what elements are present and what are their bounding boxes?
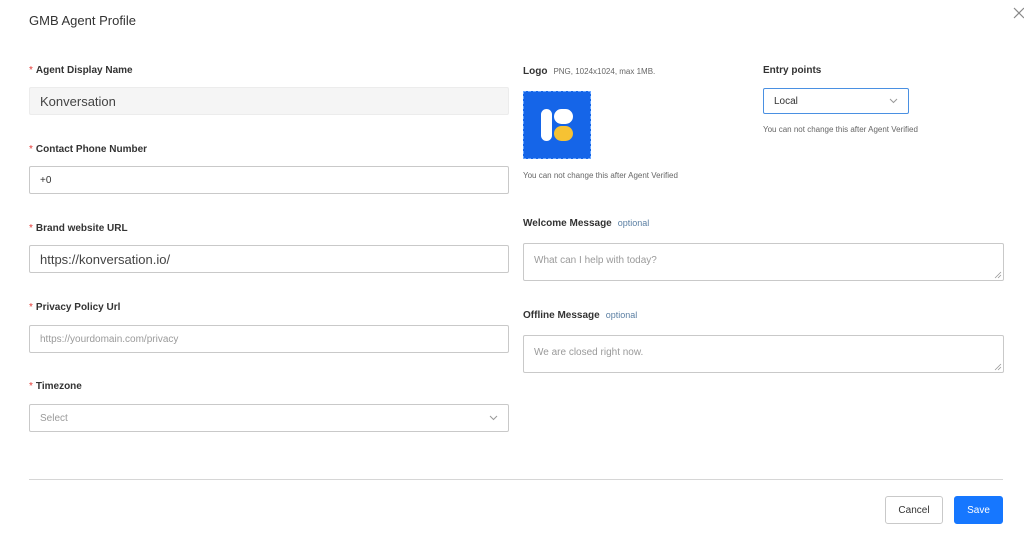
welcome-message-label: Welcome Message optional [523,218,650,229]
contact-phone-label: * Contact Phone Number [29,144,148,155]
entry-points-label: Entry points [763,65,822,76]
privacy-policy-label: * Privacy Policy Url [29,302,121,313]
welcome-message-optional: optional [617,218,650,228]
logo-upload[interactable] [523,91,591,159]
brand-website-field[interactable]: https://konversation.io/ [29,245,509,273]
offline-message-label: Offline Message optional [523,310,638,321]
chevron-down-icon [489,415,498,421]
konversation-logo-icon [541,109,573,141]
resize-grip-icon[interactable] [994,271,1002,279]
contact-phone-value: +0 [40,174,52,186]
brand-website-label: * Brand website URL [29,223,128,234]
resize-grip-icon[interactable] [994,363,1002,371]
privacy-policy-field[interactable]: https://yourdomain.com/privacy [29,325,509,353]
agent-display-name-value: Konversation [40,93,116,109]
welcome-message-textarea[interactable]: What can I help with today? [523,243,1004,281]
offline-message-optional: optional [605,310,638,320]
offline-message-placeholder: We are closed right now. [534,347,644,358]
logo-note: You can not change this after Agent Veri… [523,171,678,180]
privacy-policy-placeholder: https://yourdomain.com/privacy [40,333,179,345]
agent-display-name-field[interactable]: Konversation [29,87,509,115]
close-icon[interactable] [1012,6,1024,20]
logo-label: Logo PNG, 1024x1024, max 1MB. [523,66,656,77]
timezone-placeholder: Select [40,412,68,424]
entry-points-note: You can not change this after Agent Veri… [763,125,918,134]
entry-points-select[interactable]: Local [763,88,909,114]
cancel-button[interactable]: Cancel [885,496,943,524]
chevron-down-icon [889,98,898,104]
timezone-label: * Timezone [29,381,82,392]
timezone-select[interactable]: Select [29,404,509,432]
modal-title: GMB Agent Profile [29,13,136,28]
logo-hint: PNG, 1024x1024, max 1MB. [553,67,656,76]
welcome-message-placeholder: What can I help with today? [534,255,657,266]
brand-website-value: https://konversation.io/ [40,251,171,267]
contact-phone-field[interactable]: +0 [29,166,509,194]
agent-display-name-label: * Agent Display Name [29,65,133,76]
footer-divider [29,479,1003,480]
offline-message-textarea[interactable]: We are closed right now. [523,335,1004,373]
save-button[interactable]: Save [954,496,1003,524]
entry-points-value: Local [774,95,798,107]
